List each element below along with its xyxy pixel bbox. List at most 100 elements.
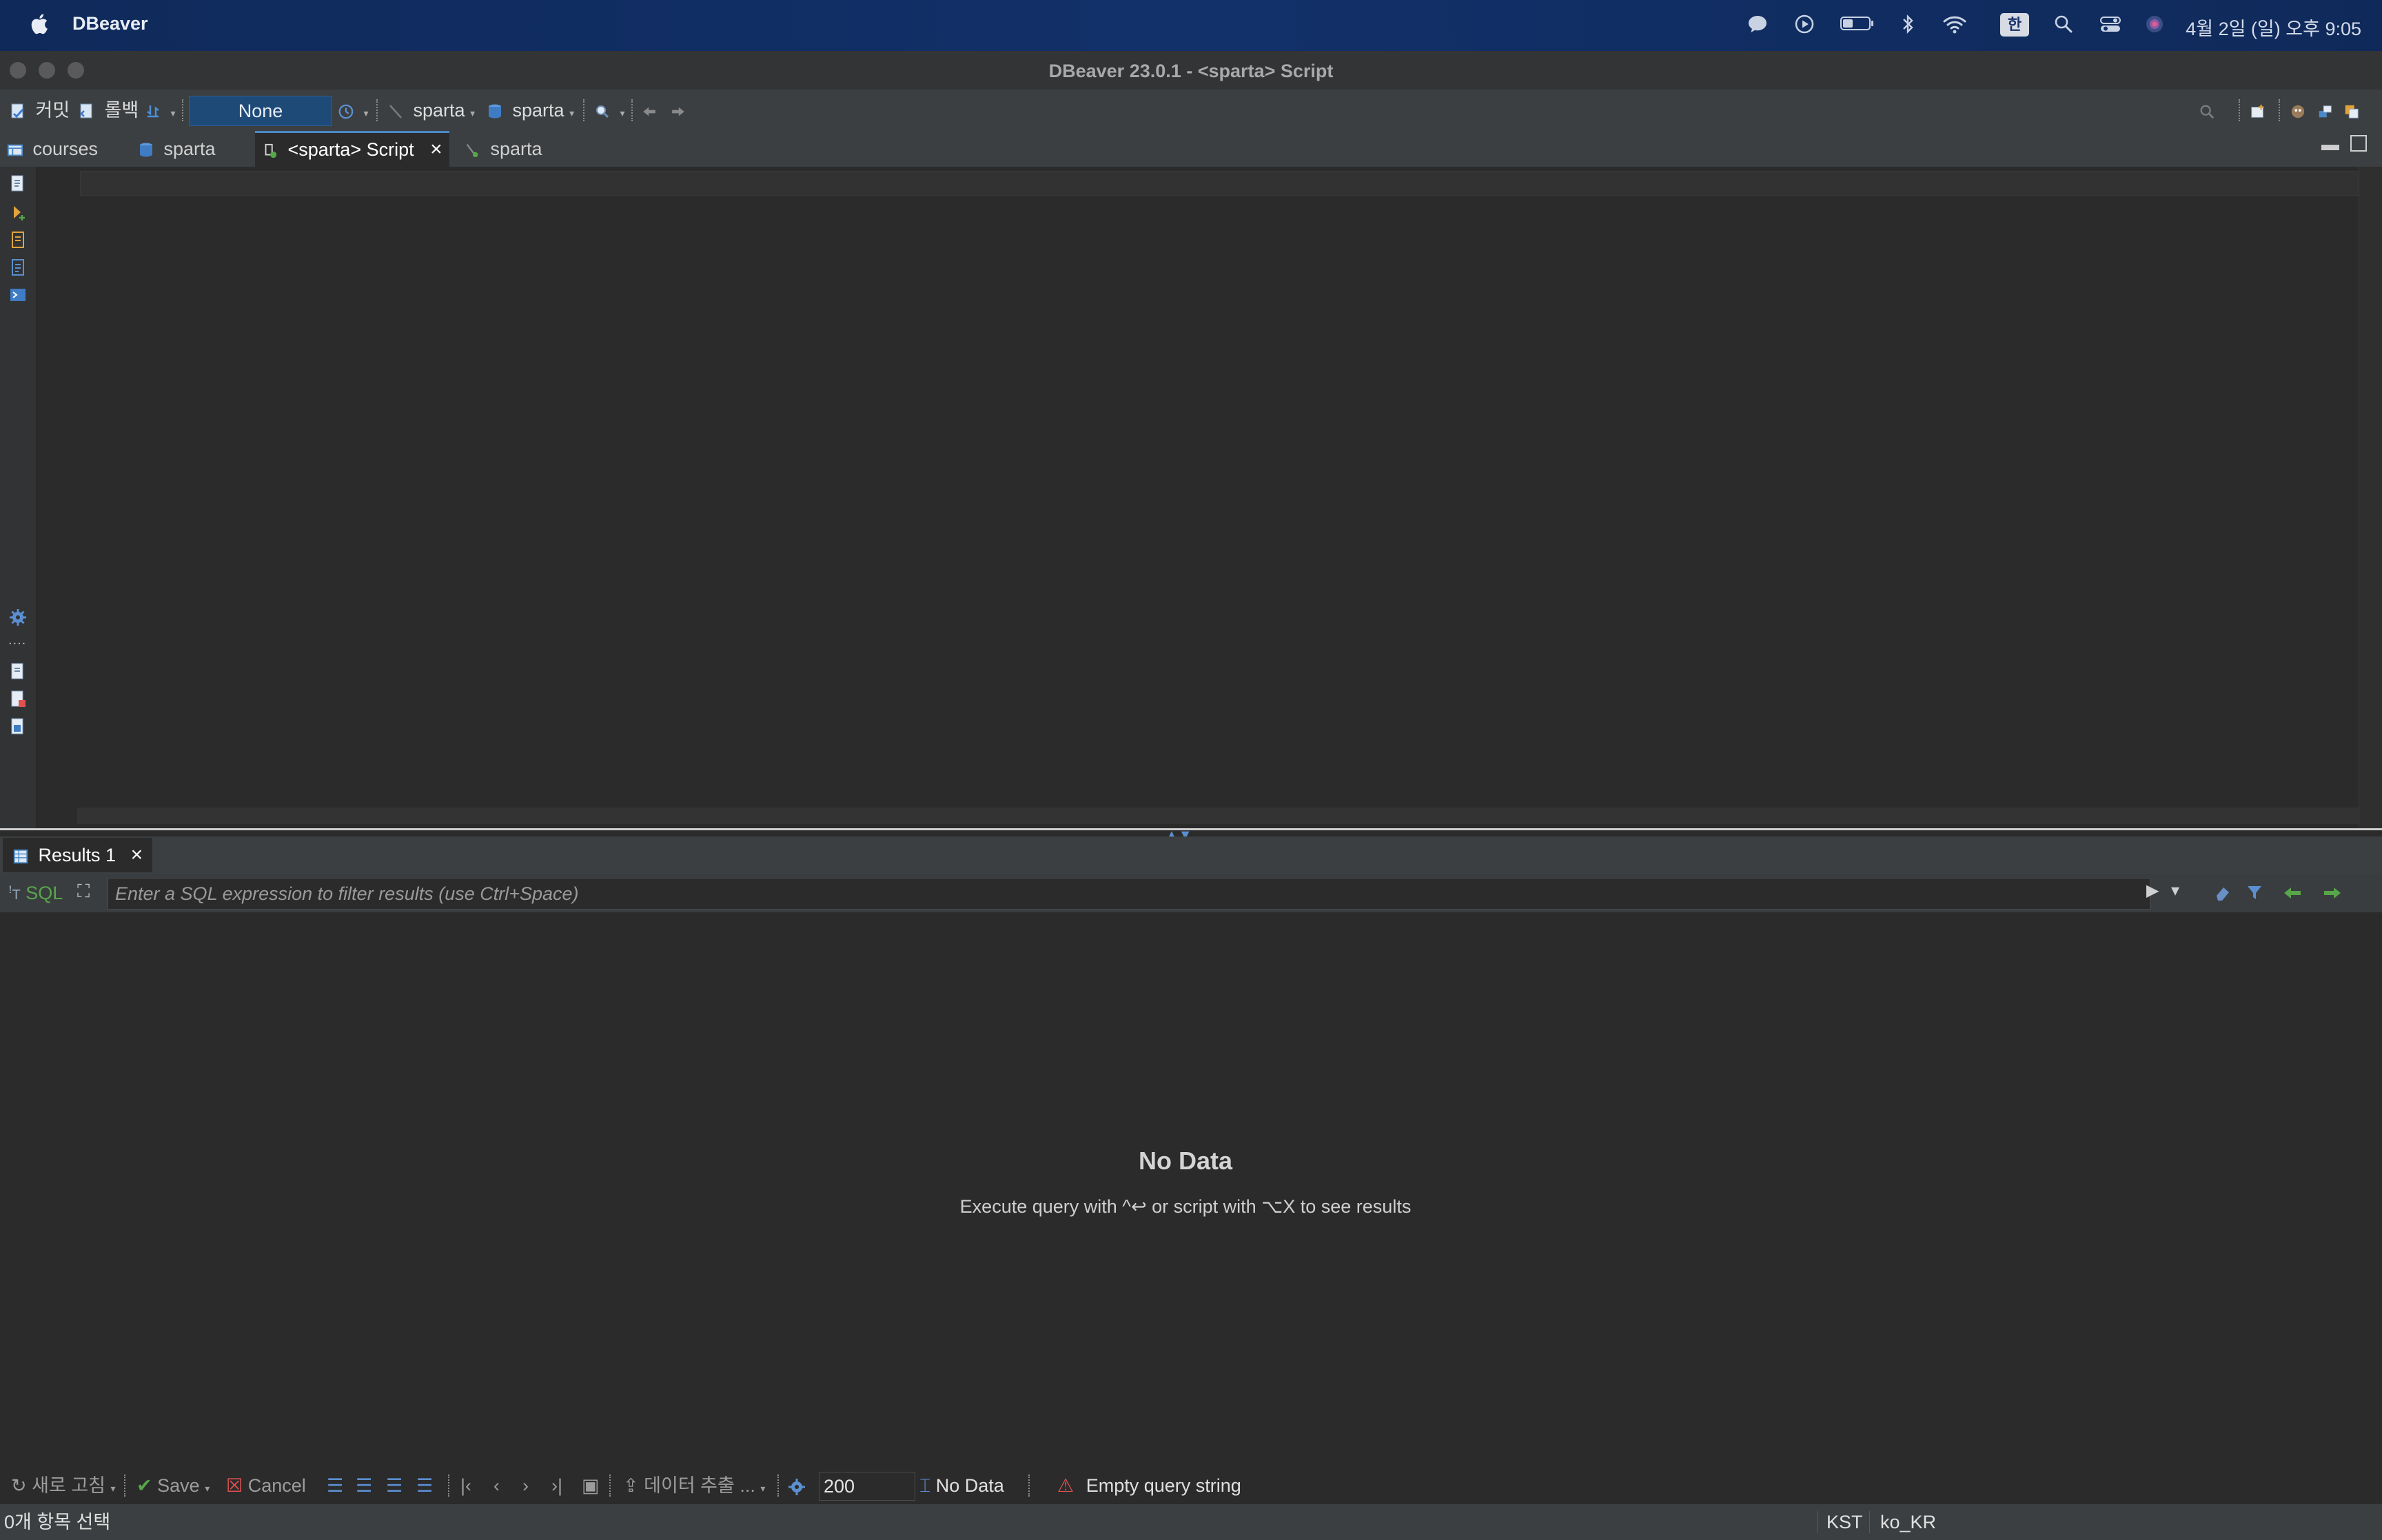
apply-filter-button[interactable]: ▶ (2146, 881, 2159, 901)
main-toolbar: 커밋 롤백 ▾ None ▾ sparta ▾ sparta ▾ ▾ (0, 90, 2382, 132)
filter-funnel-icon[interactable] (2246, 883, 2263, 903)
sql-script-icon (265, 143, 277, 158)
fetch-size-input[interactable] (819, 1472, 915, 1501)
chat-bubble-icon[interactable] (1745, 14, 1770, 36)
tab-sparta-schema[interactable]: sparta (458, 131, 549, 167)
save-button[interactable]: ✔ Save ▾ (136, 1473, 210, 1498)
global-search-button[interactable] (2199, 96, 2219, 124)
next-filter-icon[interactable] (2323, 885, 2350, 901)
export-data-button[interactable]: ⇪ 데이터 추출 ... ▾ (623, 1473, 765, 1498)
transaction-mode-box[interactable]: None (189, 96, 332, 126)
navigate-back-button[interactable] (641, 96, 662, 124)
editor-current-line[interactable] (80, 171, 2360, 196)
cancel-label: Cancel (247, 1475, 306, 1496)
tab-sparta-database[interactable]: sparta (131, 131, 223, 167)
perspective-other-button[interactable] (2343, 96, 2364, 124)
cancel-button[interactable]: ☒ Cancel (226, 1473, 306, 1498)
new-script-icon[interactable] (8, 661, 28, 681)
eraser-icon[interactable] (2212, 883, 2233, 903)
tab-courses[interactable]: courses (0, 131, 105, 167)
active-datasource-selector[interactable]: sparta ▾ (387, 96, 475, 124)
minimize-editor-button[interactable]: ▬ (2321, 134, 2339, 155)
timezone-status[interactable]: KST (1826, 1504, 1863, 1540)
execute-statement-icon[interactable] (8, 174, 28, 193)
sql-editor-area[interactable] (77, 167, 2360, 808)
fetch-all-icon[interactable]: ▣ (582, 1473, 600, 1498)
battery-icon[interactable] (1839, 14, 1876, 36)
close-tab-icon[interactable]: × (131, 843, 143, 866)
tab-sparta-script[interactable]: <sparta> Script × (255, 131, 449, 167)
no-data-title: No Data (1138, 1147, 1233, 1175)
menubar-clock[interactable]: 4월 2일 (일) 오후 9:05 (2186, 14, 2361, 41)
delete-row-icon[interactable]: ☰ (416, 1473, 433, 1498)
commit-button[interactable]: 커밋 (10, 96, 70, 124)
active-schema-selector[interactable]: sparta ▾ (487, 96, 574, 124)
toolbar-separator (182, 99, 186, 121)
filter-history-dropdown[interactable]: ▾ (2171, 881, 2179, 901)
bluetooth-icon[interactable] (1895, 14, 1920, 36)
editor-horizontal-scrollbar[interactable] (77, 808, 2360, 824)
spotlight-search-icon[interactable] (2051, 14, 2076, 36)
tab-results-1[interactable]: Results 1 × (3, 838, 153, 872)
dropdown-arrow-icon: ▾ (205, 1483, 210, 1494)
settings-gear-icon[interactable] (8, 608, 28, 627)
perspective-debug-button[interactable] (2317, 96, 2338, 124)
more-options-icon[interactable]: .... (8, 633, 26, 648)
sql-filter-toggle[interactable]: ꜝT SQL (8, 881, 63, 905)
last-page-icon[interactable]: ›| (551, 1473, 562, 1498)
locale-status[interactable]: ko_KR (1880, 1504, 1936, 1540)
results-settings-gear-icon[interactable] (787, 1477, 806, 1497)
explain-plan-icon[interactable] (8, 258, 28, 277)
transaction-log-button[interactable]: ▾ (338, 96, 369, 124)
expand-filter-icon[interactable]: ⛶ (77, 881, 90, 903)
first-page-icon[interactable]: |‹ (460, 1473, 471, 1498)
toolbar-separator (609, 1475, 613, 1497)
wifi-icon[interactable] (1942, 14, 1967, 36)
execute-statement-new-tab-icon[interactable] (8, 203, 28, 222)
execute-script-icon[interactable] (8, 230, 28, 249)
delete-script-icon[interactable] (8, 689, 28, 708)
active-app-name[interactable]: DBeaver (72, 13, 148, 34)
dropdown-arrow-icon: ▾ (569, 107, 575, 119)
dropdown-arrow-icon: ▾ (170, 107, 176, 119)
status-divider (1817, 1511, 1818, 1533)
next-page-icon[interactable]: › (522, 1473, 529, 1498)
maximize-editor-button[interactable] (2350, 135, 2367, 152)
transaction-icon (147, 105, 159, 118)
refresh-button[interactable]: ↻ 새로 고침 ▾ (11, 1473, 116, 1498)
add-row-icon[interactable]: ☰ (356, 1473, 372, 1498)
magnifier-icon (596, 105, 609, 118)
previous-filter-icon[interactable] (2281, 885, 2309, 901)
transaction-mode-dropdown[interactable]: ▾ (145, 96, 176, 124)
close-tab-icon[interactable]: × (430, 138, 442, 161)
control-center-icon[interactable] (2098, 14, 2123, 36)
new-window-button[interactable] (2250, 96, 2270, 124)
input-source-indicator[interactable]: 한 (2000, 13, 2029, 37)
previous-page-icon[interactable]: ‹ (493, 1473, 500, 1498)
rollback-button[interactable]: 롤백 (79, 96, 139, 124)
row-count-button[interactable]: ⌶ No Data (919, 1473, 1004, 1498)
tab-label: <sparta> Script (287, 139, 414, 160)
copy-row-icon[interactable]: ☰ (386, 1473, 403, 1498)
database-icon (489, 104, 501, 119)
editor-vertical-scrollbar[interactable] (2359, 167, 2382, 828)
script-info-icon[interactable] (8, 717, 28, 736)
results-filter-input[interactable] (108, 878, 2150, 910)
apple-logo-icon[interactable] (28, 12, 50, 36)
tab-label: sparta (163, 138, 216, 159)
media-play-icon[interactable] (1792, 14, 1817, 36)
siri-icon[interactable] (2142, 14, 2167, 36)
status-bar: 0개 항목 선택 KST ko_KR (0, 1503, 2382, 1540)
navigate-forward-button[interactable] (670, 96, 691, 124)
terminal-output-icon[interactable] (8, 285, 28, 305)
perspective-dbeaver-button[interactable] (2290, 96, 2310, 124)
sql-editor-side-toolbar: .... (0, 167, 37, 828)
search-dropdown-button[interactable]: ▾ (594, 96, 625, 124)
dropdown-arrow-icon: ▾ (363, 107, 369, 119)
results-filter-bar: ꜝT SQL ⛶ ▶ ▾ (0, 874, 2382, 912)
results-grid-area[interactable] (0, 912, 2382, 1472)
edit-cell-icon[interactable]: ☰ (327, 1473, 343, 1498)
sql-label: SQL (26, 883, 63, 903)
save-label: Save (157, 1475, 200, 1496)
toolbar-separator (376, 99, 380, 121)
